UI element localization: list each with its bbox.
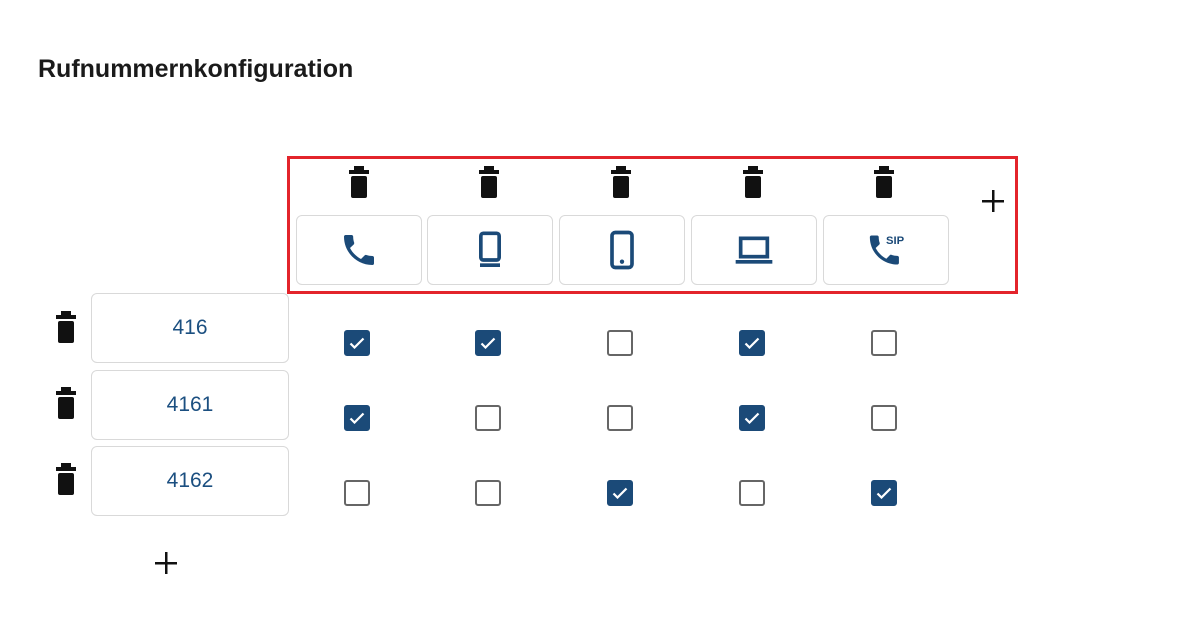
delete-column-2-button[interactable] bbox=[476, 165, 502, 199]
add-column-button[interactable] bbox=[978, 186, 1008, 216]
assignment-checkbox[interactable] bbox=[344, 480, 370, 506]
check-icon bbox=[744, 337, 760, 349]
assignment-checkbox[interactable] bbox=[607, 480, 633, 506]
check-icon bbox=[349, 412, 365, 424]
desk-phone-icon bbox=[479, 231, 501, 267]
assignment-checkbox[interactable] bbox=[739, 480, 765, 506]
device-column-mobile-phone[interactable] bbox=[559, 215, 685, 285]
add-number-button[interactable] bbox=[151, 548, 181, 578]
delete-column-5-button[interactable] bbox=[871, 165, 897, 199]
phone-number-field[interactable] bbox=[91, 370, 289, 440]
delete-row-3-button[interactable] bbox=[53, 462, 79, 496]
assignment-checkbox[interactable] bbox=[475, 405, 501, 431]
delete-column-1-button[interactable] bbox=[346, 165, 372, 199]
delete-column-4-button[interactable] bbox=[740, 165, 766, 199]
trash-icon bbox=[56, 463, 76, 495]
phone-number-field[interactable] bbox=[91, 446, 289, 516]
assignment-checkbox[interactable] bbox=[871, 405, 897, 431]
trash-icon bbox=[56, 387, 76, 419]
check-icon bbox=[744, 412, 760, 424]
plus-icon bbox=[155, 552, 177, 574]
plus-icon bbox=[982, 190, 1004, 212]
device-column-phone[interactable] bbox=[296, 215, 422, 285]
trash-icon bbox=[874, 166, 894, 198]
assignment-checkbox[interactable] bbox=[607, 405, 633, 431]
sip-phone-icon: SIP bbox=[869, 235, 905, 265]
check-icon bbox=[480, 337, 496, 349]
phone-icon bbox=[344, 235, 374, 265]
trash-icon bbox=[743, 166, 763, 198]
trash-icon bbox=[56, 311, 76, 343]
device-column-desk-phone[interactable] bbox=[427, 215, 553, 285]
assignment-checkbox[interactable] bbox=[475, 330, 501, 356]
mobile-phone-icon bbox=[610, 230, 634, 270]
assignment-checkbox[interactable] bbox=[871, 330, 897, 356]
trash-icon bbox=[479, 166, 499, 198]
assignment-checkbox[interactable] bbox=[871, 480, 897, 506]
delete-row-2-button[interactable] bbox=[53, 386, 79, 420]
sip-badge: SIP bbox=[886, 235, 905, 247]
assignment-checkbox[interactable] bbox=[739, 405, 765, 431]
delete-row-1-button[interactable] bbox=[53, 310, 79, 344]
page-title: Rufnummernkonfiguration bbox=[38, 55, 354, 83]
phone-number-field[interactable] bbox=[91, 293, 289, 363]
check-icon bbox=[349, 337, 365, 349]
trash-icon bbox=[349, 166, 369, 198]
trash-icon bbox=[611, 166, 631, 198]
laptop-icon bbox=[735, 236, 773, 264]
assignment-checkbox[interactable] bbox=[344, 330, 370, 356]
assignment-checkbox[interactable] bbox=[607, 330, 633, 356]
delete-column-3-button[interactable] bbox=[608, 165, 634, 199]
device-column-laptop[interactable] bbox=[691, 215, 817, 285]
check-icon bbox=[612, 487, 628, 499]
assignment-checkbox[interactable] bbox=[475, 480, 501, 506]
check-icon bbox=[876, 487, 892, 499]
assignment-checkbox[interactable] bbox=[344, 405, 370, 431]
assignment-checkbox[interactable] bbox=[739, 330, 765, 356]
device-column-sip-phone[interactable]: SIP bbox=[823, 215, 949, 285]
